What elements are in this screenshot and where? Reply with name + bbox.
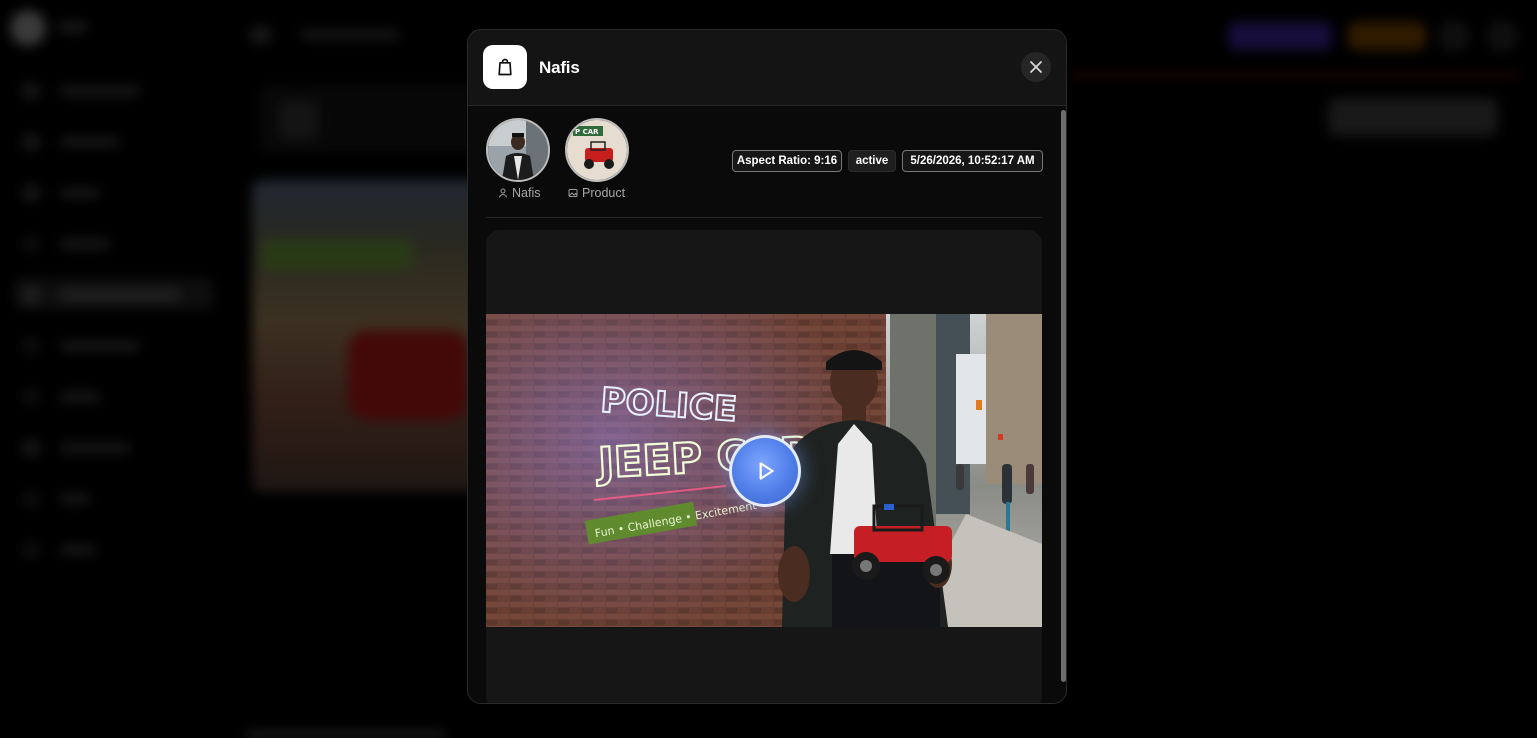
timestamp-badge: 5/26/2026, 10:52:17 AM bbox=[902, 150, 1043, 172]
video-player[interactable]: POLICE JEEP CAR Fun • Challenge • Excite… bbox=[486, 230, 1042, 703]
aspect-ratio-badge: Aspect Ratio: 9:16 bbox=[732, 150, 842, 172]
sidebar-item bbox=[22, 386, 202, 408]
close-icon bbox=[1030, 61, 1042, 73]
avatar bbox=[1486, 20, 1518, 52]
scrollbar-thumb[interactable] bbox=[1061, 110, 1066, 682]
breadcrumb bbox=[300, 30, 400, 40]
sidebar-item bbox=[22, 131, 202, 153]
video-thumbnail: POLICE JEEP CAR Fun • Challenge • Excite… bbox=[486, 314, 1042, 627]
video-card-thumbnail bbox=[252, 180, 482, 492]
reference-avatar-product[interactable]: P CAR bbox=[565, 118, 629, 182]
footer-text bbox=[246, 731, 446, 738]
notifications-icon bbox=[1438, 20, 1470, 52]
sidebar-item bbox=[22, 284, 202, 306]
app-logo-text bbox=[58, 22, 88, 32]
play-button[interactable] bbox=[729, 435, 801, 507]
modal-title: Nafis bbox=[539, 58, 580, 77]
credits-badge bbox=[1348, 22, 1426, 50]
user-icon bbox=[499, 188, 507, 198]
reference-label-product: Product bbox=[568, 186, 625, 200]
sidebar-toggle-icon bbox=[250, 26, 272, 44]
svg-text:P CAR: P CAR bbox=[575, 128, 599, 136]
create-button bbox=[1328, 98, 1498, 136]
shopping-bag-icon bbox=[483, 45, 527, 89]
sidebar-item bbox=[22, 233, 202, 255]
reference-label-person: Nafis bbox=[498, 186, 540, 200]
divider bbox=[486, 217, 1042, 218]
sidebar-item bbox=[22, 182, 202, 204]
reference-avatar-person[interactable] bbox=[486, 118, 550, 182]
sidebar-item bbox=[22, 488, 202, 510]
sidebar-item bbox=[22, 80, 202, 102]
close-button[interactable] bbox=[1021, 52, 1051, 82]
video-detail-modal: Nafis Nafis P CAR Product Aspect Ratio: … bbox=[467, 29, 1067, 704]
app-logo bbox=[10, 10, 46, 46]
upgrade-button bbox=[1228, 22, 1332, 50]
sidebar-item bbox=[22, 437, 202, 459]
sidebar-item bbox=[22, 539, 202, 561]
sidebar-item bbox=[22, 335, 202, 357]
image-icon bbox=[568, 189, 578, 197]
alert-banner bbox=[1070, 72, 1520, 78]
status-badge: active bbox=[848, 150, 896, 172]
play-icon bbox=[759, 462, 774, 480]
page-header-icon bbox=[278, 100, 318, 140]
modal-header: Nafis bbox=[468, 30, 1066, 106]
